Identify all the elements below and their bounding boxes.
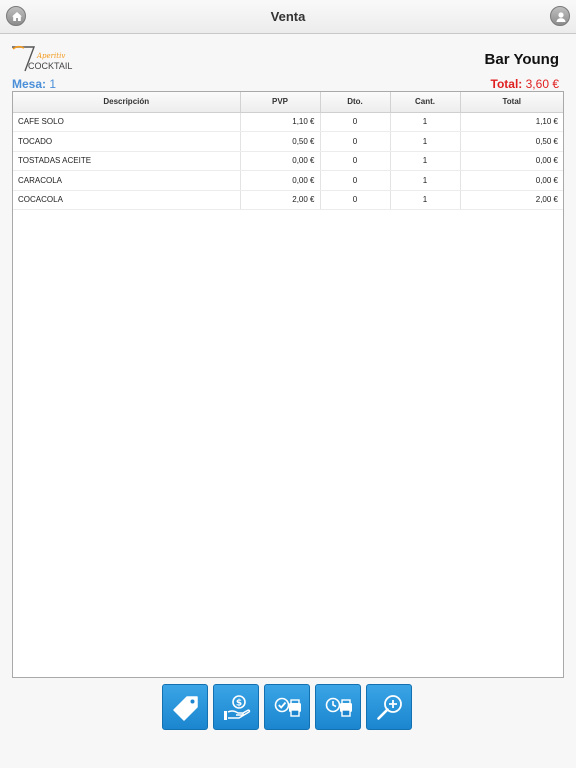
printer-clock-icon	[325, 697, 352, 717]
print-later-button[interactable]	[315, 684, 361, 730]
payment-button[interactable]: $	[213, 684, 259, 730]
cell-desc: CAFE SOLO	[13, 112, 241, 132]
mesa-label: Mesa:	[12, 77, 47, 91]
svg-text:COCKTAIL: COCKTAIL	[28, 61, 72, 71]
user-icon	[556, 12, 566, 22]
cell-pvp: 0,50 €	[240, 131, 321, 152]
print-check-button[interactable]	[264, 684, 310, 730]
cell-pvp: 0,00 €	[240, 151, 321, 171]
cell-desc: TOSTADAS ACEITE	[13, 151, 241, 171]
store-name: Bar Young	[484, 51, 559, 68]
cell-total: 1,10 €	[460, 112, 563, 132]
table-row[interactable]: COCACOLA 2,00 € 0 1 2,00 €	[13, 190, 563, 210]
cell-total: 0,00 €	[460, 170, 563, 191]
svg-text:$: $	[236, 699, 242, 709]
cell-desc: COCACOLA	[13, 190, 241, 210]
price-tag-button[interactable]	[162, 684, 208, 730]
cell-dto: 0	[320, 131, 391, 152]
cell-cant: 1	[390, 151, 461, 171]
cell-cant: 1	[390, 112, 461, 132]
cell-pvp: 0,00 €	[240, 170, 321, 191]
cell-pvp: 2,00 €	[240, 190, 321, 210]
header-desc[interactable]: Descripción	[13, 92, 241, 113]
header-cant[interactable]: Cant.	[390, 92, 461, 113]
cell-desc: TOCADO	[13, 131, 241, 152]
cell-pvp: 1,10 €	[240, 112, 321, 132]
printer-check-icon	[274, 697, 301, 717]
action-toolbar: $	[162, 684, 414, 730]
cell-dto: 0	[320, 151, 391, 171]
user-button[interactable]	[550, 6, 570, 26]
cell-dto: 0	[320, 170, 391, 191]
zoom-in-icon	[377, 695, 402, 720]
cell-dto: 0	[320, 190, 391, 210]
tag-icon	[173, 696, 198, 721]
order-table: Descripción PVP Dto. Cant. Total CAFE SO…	[12, 91, 564, 678]
cell-total: 2,00 €	[460, 190, 563, 210]
table-row[interactable]: CAFE SOLO 1,10 € 0 1 1,10 €	[13, 112, 563, 132]
header-total[interactable]: Total	[460, 92, 563, 113]
cell-dto: 0	[320, 112, 391, 132]
cell-total: 0,00 €	[460, 151, 563, 171]
app-logo: Aperitiv COCKTAIL	[10, 44, 80, 74]
table-row[interactable]: TOCADO 0,50 € 0 1 0,50 €	[13, 131, 563, 152]
zoom-in-button[interactable]	[366, 684, 412, 730]
top-bar: Venta	[0, 0, 576, 34]
mesa-value: 1	[46, 77, 57, 91]
total-label: Total:	[490, 77, 523, 91]
total-value: 3,60 €	[522, 77, 559, 91]
header-dto[interactable]: Dto.	[320, 92, 391, 113]
cell-desc: CARACOLA	[13, 170, 241, 191]
order-total: Total: 3,60 €	[491, 77, 559, 91]
table-row[interactable]: CARACOLA 0,00 € 0 1 0,00 €	[13, 170, 563, 191]
cell-cant: 1	[390, 131, 461, 152]
table-row[interactable]: TOSTADAS ACEITE 0,00 € 0 1 0,00 €	[13, 151, 563, 171]
page-title: Venta	[270, 9, 306, 24]
table-number: Mesa: 1	[12, 77, 56, 91]
cell-cant: 1	[390, 190, 461, 210]
svg-text:Aperitiv: Aperitiv	[36, 52, 65, 60]
cell-total: 0,50 €	[460, 131, 563, 152]
hand-coin-icon: $	[224, 695, 251, 720]
table-header-row: Descripción PVP Dto. Cant. Total	[13, 92, 563, 113]
cell-cant: 1	[390, 170, 461, 191]
header-pvp[interactable]: PVP	[240, 92, 321, 113]
